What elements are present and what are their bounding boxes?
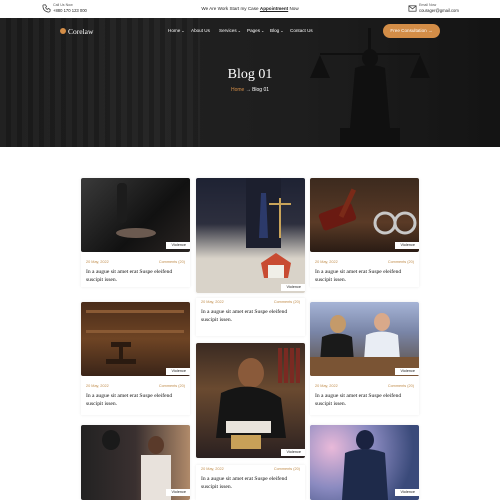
nav-home[interactable]: Home⌄ <box>168 28 185 33</box>
blog-card-image[interactable] <box>196 178 305 293</box>
chevron-down-icon: ⌄ <box>181 28 185 33</box>
post-title[interactable]: In a augue sit amet erat Suspe eleifend … <box>315 268 414 284</box>
breadcrumb-home[interactable]: Home <box>231 87 244 93</box>
email-address[interactable]: courager@gmail.com <box>419 8 459 13</box>
category-tag[interactable]: Violence <box>280 449 305 456</box>
post-meta: 20 May, 2022 Comments (20) <box>201 467 300 471</box>
post-meta: 20 May, 2022 Comments (20) <box>86 260 185 264</box>
post-title[interactable]: In a augue sit amet erat Suspe eleifend … <box>201 475 300 491</box>
chevron-down-icon: ⌄ <box>280 28 284 33</box>
breadcrumb-current: Blog 01 <box>252 87 270 93</box>
post-meta: 20 May, 2022 Comments (20) <box>201 300 300 304</box>
category-tag[interactable]: Violence <box>394 368 419 375</box>
logo-mark-icon <box>60 28 66 34</box>
nav-services[interactable]: Services⌄ <box>219 28 241 33</box>
top-bar: Call Us Now +880 170 123 000 We Are Work… <box>0 0 500 19</box>
blog-card[interactable]: Violence <box>196 178 305 293</box>
post-meta: 20 May, 2022 Comments (20) <box>315 260 414 264</box>
nav-blog[interactable]: Blog⌄ <box>270 28 284 33</box>
chevron-down-icon: ⌄ <box>261 28 265 33</box>
post-title[interactable]: In a augue sit amet erat Suspe eleifend … <box>86 392 185 408</box>
chevron-down-icon: ⌄ <box>237 28 241 33</box>
blog-card-text[interactable]: 20 May, 2022 Comments (20) In a augue sit… <box>196 465 305 500</box>
appointment-link[interactable]: Appointment <box>260 6 288 11</box>
post-title[interactable]: In a augue sit amet erat Suspe eleifend … <box>201 308 300 324</box>
nav-pages[interactable]: Pages⌄ <box>247 28 264 33</box>
blog-card[interactable]: Violence 20 May, 2022 Comments (20) In a … <box>310 302 419 415</box>
blog-card[interactable]: Violence <box>310 425 419 500</box>
post-meta: 20 May, 2022 Comments (20) <box>86 384 185 388</box>
post-title[interactable]: In a augue sit amet erat Suspe eleifend … <box>315 392 414 408</box>
category-tag[interactable]: Violence <box>165 489 190 496</box>
blog-card-text[interactable]: 20 May, 2022 Comments (20) In a augue sit… <box>196 298 305 336</box>
blog-card-image[interactable] <box>310 178 419 252</box>
arrow-right-icon: → <box>245 87 251 93</box>
blog-card[interactable]: Violence 20 May, 2022 Comments (20) In a … <box>81 302 190 415</box>
post-meta: 20 May, 2022 Comments (20) <box>315 384 414 388</box>
category-tag[interactable]: Violence <box>165 242 190 249</box>
blog-card-image[interactable] <box>196 343 305 458</box>
blog-card[interactable]: Violence <box>81 425 190 500</box>
blog-card-image[interactable] <box>81 178 190 252</box>
free-consultation-button[interactable]: Free Consultation → <box>383 24 440 38</box>
nav-about-us[interactable]: About Us <box>191 28 210 33</box>
nav-contact-us[interactable]: Contact Us <box>290 28 313 33</box>
blog-card[interactable]: Violence 20 May, 2022 Comments (20) In a … <box>310 178 419 287</box>
category-tag[interactable]: Violence <box>165 368 190 375</box>
blog-card-image[interactable] <box>310 302 419 376</box>
blog-card[interactable]: Violence 20 May, 2022 Comments (20) In a … <box>81 178 190 287</box>
page-title: Blog 01 <box>227 67 273 82</box>
category-tag[interactable]: Violence <box>280 284 305 291</box>
mail-icon <box>408 5 417 12</box>
category-tag[interactable]: Violence <box>394 489 419 496</box>
breadcrumb: Home → Blog 01 <box>0 87 500 93</box>
blog-card[interactable]: Violence <box>196 343 305 458</box>
post-title[interactable]: In a augue sit amet erat Suspe eleifend … <box>86 268 185 284</box>
category-tag[interactable]: Violence <box>394 242 419 249</box>
blog-card-image[interactable] <box>81 302 190 376</box>
email-label: Email Now <box>419 3 437 7</box>
